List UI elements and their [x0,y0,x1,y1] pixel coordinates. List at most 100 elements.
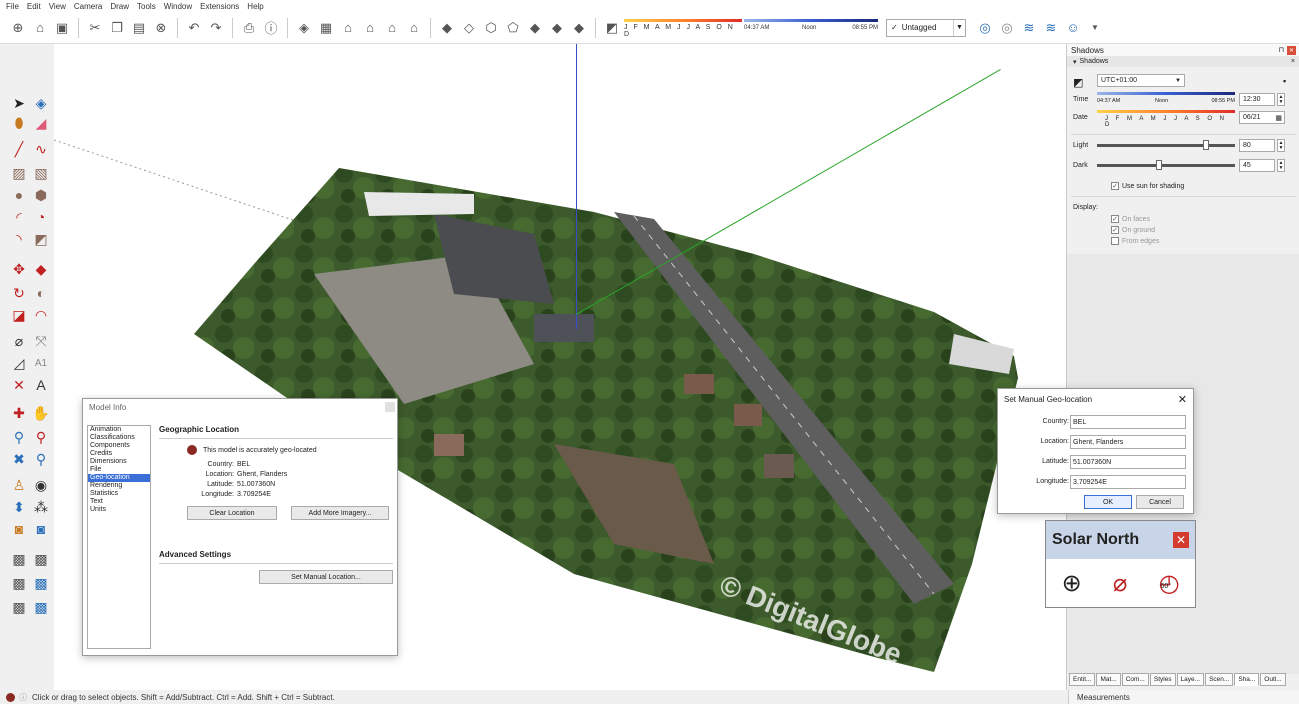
back-edges-icon[interactable]: ◇ [460,19,478,37]
enter-north-angle-icon[interactable]: ◴ 60° [1158,569,1179,598]
pan-icon[interactable]: ✋ [32,404,50,422]
open-icon[interactable]: ⌂ [31,19,49,37]
3d-text-icon[interactable]: A [32,376,50,394]
tab-shadows[interactable]: Sha... [1234,673,1260,686]
account-dropdown-icon[interactable]: ▼ [1086,19,1104,37]
tab-materials[interactable]: Mat... [1096,673,1121,686]
line-icon[interactable]: ╱ [10,140,28,158]
dark-slider[interactable] [1097,160,1235,172]
hidden-line-icon[interactable]: ⬠ [504,19,522,37]
tab-components[interactable]: Com... [1121,673,1149,686]
close-icon[interactable]: ✕ [1178,393,1187,406]
solar-north-titlebar[interactable]: Solar North ✕ [1046,521,1195,559]
set-north-tool-icon[interactable]: ⌀ [1113,569,1127,598]
component-icon[interactable]: ◈ [32,94,50,112]
copy-icon[interactable]: ❐ [108,19,126,37]
add-location-icon[interactable]: ◎ [976,19,994,37]
print-icon[interactable]: ⎙ [240,19,258,37]
time-spinner[interactable]: ▲ ▼ [1277,93,1285,106]
share-component-icon[interactable]: ▩ [32,598,50,616]
set-manual-location-button[interactable]: Set Manual Location... [259,570,393,584]
category-rendering[interactable]: Rendering [88,482,150,490]
save-icon[interactable]: ▣ [53,19,71,37]
category-geo-location[interactable]: Geo-location [88,474,150,482]
geo-dialog-titlebar[interactable]: Set Manual Geo-location ✕ [998,389,1193,409]
close-icon[interactable]: ✕ [1287,45,1296,55]
clear-location-icon[interactable]: ◎ [998,19,1016,37]
category-units[interactable]: Units [88,506,150,514]
category-components[interactable]: Components [88,442,150,450]
toolbar-time-slider[interactable]: 04:37 AM Noon 08:55 PM [744,18,878,37]
top-view-icon[interactable]: ▦ [317,19,335,37]
chevron-down-icon[interactable]: ▼ [953,19,965,36]
pie-icon[interactable]: ◔ [32,208,50,226]
erase-icon[interactable]: ⊗ [152,19,170,37]
date-input[interactable]: 06/21 ▦ [1239,111,1285,124]
monochrome-icon[interactable]: ◆ [570,19,588,37]
measurements-box[interactable]: Measurements [1068,690,1299,704]
menu-extensions[interactable]: Extensions [200,2,239,11]
paint-bucket-icon[interactable]: ⬮ [10,114,28,132]
tab-styles[interactable]: Styles [1149,673,1176,686]
close-icon[interactable] [385,402,395,412]
category-animation[interactable]: Animation [88,426,150,434]
walk-icon[interactable]: ⬍ [10,498,28,516]
status-info-icon[interactable]: ⓘ [19,692,27,703]
wireframe-icon[interactable]: ⬡ [482,19,500,37]
category-text[interactable]: Text [88,498,150,506]
menu-file[interactable]: File [6,2,19,11]
protractor-icon[interactable]: ◿ [10,354,28,372]
shadows-toggle-icon[interactable]: ◩ [603,19,621,37]
menu-view[interactable]: View [49,2,66,11]
rotated-rectangle-icon[interactable]: ▧ [32,164,50,182]
freehand-icon[interactable]: ∿ [32,140,50,158]
info-icon[interactable]: ⓘ [262,19,280,37]
light-input[interactable]: 80 [1239,139,1275,152]
position-camera-icon[interactable]: ♙ [10,476,28,494]
extension-warehouse-icon[interactable]: ▩ [10,574,28,592]
from-edges-checkbox[interactable]: From edges [1111,237,1159,245]
warehouse-icon[interactable]: ▩ [10,550,28,568]
orbit-icon[interactable]: ✚ [10,404,28,422]
toggle-terrain-icon[interactable]: ≋ [1020,19,1038,37]
axes-icon[interactable]: ✕ [10,376,28,394]
section-plane-icon[interactable]: ◙ [10,520,28,538]
tape-measure-icon[interactable]: ⌀ [10,332,28,350]
select-icon[interactable]: ➤ [10,94,28,112]
toggle-north-arrow-icon[interactable]: ⊕ [1062,569,1082,598]
tab-outliner[interactable]: Outl... [1260,673,1286,686]
time-input[interactable]: 12:30 [1239,93,1275,106]
menu-draw[interactable]: Draw [110,2,129,11]
tab-entity-info[interactable]: Entit... [1069,673,1096,686]
undo-icon[interactable]: ↶ [185,19,203,37]
longitude-input[interactable]: 3.709254E [1070,475,1186,489]
dark-spinner[interactable]: ▲ ▼ [1277,159,1285,172]
category-statistics[interactable]: Statistics [88,490,150,498]
left-view-icon[interactable]: ⌂ [405,19,423,37]
tab-scenes[interactable]: Scen... [1205,673,1234,686]
layout-send-icon[interactable]: ▩ [10,598,28,616]
category-dimensions[interactable]: Dimensions [88,458,150,466]
previous-view-icon[interactable]: ⚲ [32,450,50,468]
dark-slider-thumb[interactable] [1156,160,1163,170]
right-view-icon[interactable]: ⌂ [361,19,379,37]
photo-textures-icon[interactable]: ≋ [1042,19,1060,37]
expand-panel-icon[interactable]: ▪ [1283,76,1286,86]
category-classifications[interactable]: Classifications [88,434,150,442]
text-icon[interactable]: A1 [32,354,50,372]
pin-icon[interactable]: ⊓ [1279,46,1284,55]
display-sections-icon[interactable]: ◙ [32,520,50,538]
share-model-icon[interactable]: ▩ [32,550,50,568]
zoom-window-icon[interactable]: ⚲ [32,428,50,446]
upload-icon[interactable]: ▩ [32,574,50,592]
utc-select[interactable]: UTC+01:00 ▼ [1097,74,1185,87]
cut-icon[interactable]: ✂ [86,19,104,37]
clear-location-button[interactable]: Clear Location [187,506,277,520]
zoom-icon[interactable]: ⚲ [10,428,28,446]
follow-me-icon[interactable]: ◐ [32,284,50,302]
back-view-icon[interactable]: ⌂ [383,19,401,37]
move-icon[interactable]: ✥ [10,260,28,278]
on-ground-checkbox[interactable]: ✓ On ground [1111,226,1155,234]
light-spinner[interactable]: ▲ ▼ [1277,139,1285,152]
close-icon[interactable]: ✕ [1173,532,1189,548]
